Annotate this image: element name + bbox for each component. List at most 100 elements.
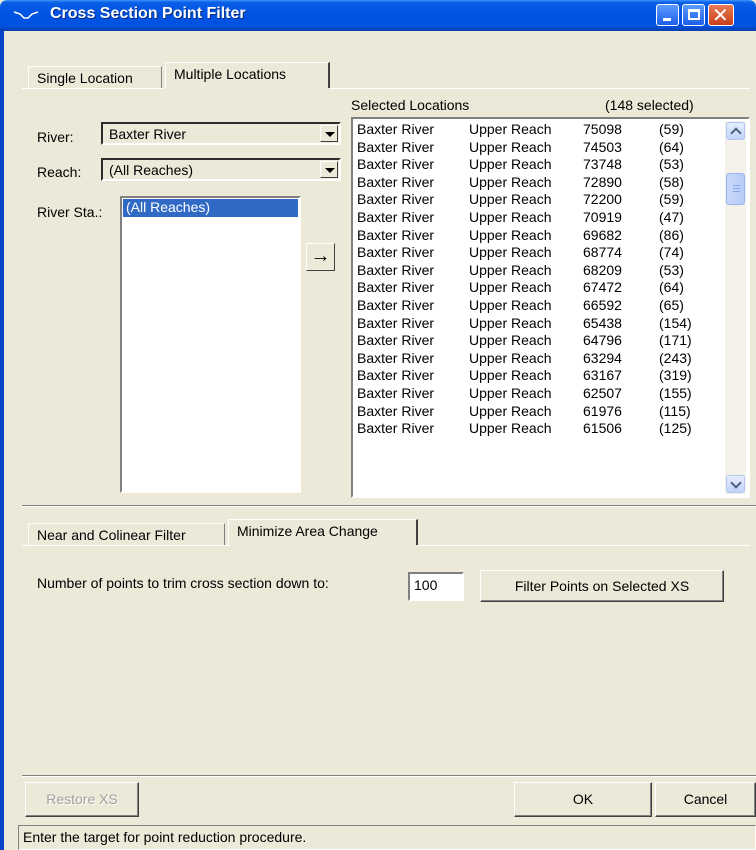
chevron-down-icon[interactable] [320, 125, 338, 142]
cell-reach: Upper Reach [469, 332, 552, 349]
cell-points: (64) [659, 138, 684, 155]
cell-reach: Upper Reach [469, 156, 552, 173]
cell-points: (65) [659, 297, 684, 313]
river-select[interactable]: Baxter River [101, 122, 341, 145]
cell-station: 72200 [583, 191, 622, 208]
grip-line [733, 188, 740, 189]
trim-points-input[interactable]: 100 [408, 572, 464, 601]
scroll-up-icon[interactable] [726, 122, 745, 140]
selected-locations-header: Selected Locations [351, 97, 470, 113]
tab-minimize-area-change[interactable]: Minimize Area Change [228, 519, 418, 545]
cell-reach: Upper Reach [469, 420, 552, 437]
cell-points: (115) [659, 402, 691, 419]
cell-station: 63167 [583, 367, 622, 384]
cell-river: Baxter River [357, 332, 435, 349]
cell-river: Baxter River [357, 349, 435, 366]
river-sta-list[interactable]: (All Reaches) [120, 196, 301, 493]
cell-station: 61976 [583, 402, 622, 419]
cell-reach: Upper Reach [469, 385, 552, 401]
cell-station: 61506 [583, 420, 622, 437]
cell-station: 62507 [583, 385, 622, 401]
reach-select[interactable]: (All Reaches) [101, 158, 341, 181]
cell-points: (47) [659, 209, 684, 225]
tab-near-colinear-filter[interactable]: Near and Colinear Filter [28, 523, 225, 545]
cell-station: 75098 [583, 121, 622, 137]
cell-river: Baxter River [357, 297, 435, 313]
selected-locations-list[interactable]: Baxter River Upper Reach 75098 (59) Baxter R… [351, 117, 750, 498]
tab-panel-top-edge [330, 88, 750, 89]
cell-reach: Upper Reach [469, 209, 552, 225]
cell-reach: Upper Reach [469, 297, 552, 313]
cell-river: Baxter River [357, 191, 435, 208]
close-button[interactable]: ✕ [708, 4, 734, 27]
grip-line [733, 191, 740, 192]
cell-reach: Upper Reach [469, 173, 552, 190]
cross-section-icon [13, 11, 39, 19]
reach-label: Reach: [37, 164, 82, 180]
cell-station: 64796 [583, 332, 622, 349]
river-label: River: [37, 129, 74, 145]
section-divider [22, 505, 756, 507]
cell-reach: Upper Reach [469, 138, 552, 155]
maximize-button[interactable] [682, 4, 705, 26]
cell-reach: Upper Reach [469, 367, 552, 384]
scroll-down-icon[interactable] [726, 475, 745, 493]
cell-reach: Upper Reach [469, 121, 552, 137]
tab-panel-top-edge [418, 545, 750, 546]
cell-points: (74) [659, 244, 684, 261]
close-icon: ✕ [712, 5, 729, 27]
cell-river: Baxter River [357, 244, 435, 261]
cell-station: 72890 [583, 173, 622, 190]
cell-station: 73748 [583, 156, 622, 173]
cell-river: Baxter River [357, 173, 435, 190]
cell-reach: Upper Reach [469, 402, 552, 419]
cell-points: (154) [659, 314, 692, 331]
chevron-down-icon[interactable] [320, 161, 338, 178]
cell-station: 67472 [583, 279, 622, 296]
cell-points: (59) [659, 191, 684, 208]
cell-river: Baxter River [357, 226, 435, 243]
selected-count: (148 selected) [605, 97, 694, 113]
cell-station: 70919 [583, 209, 622, 225]
cell-station: 66592 [583, 297, 622, 313]
cell-river: Baxter River [357, 156, 435, 173]
list-item[interactable]: (All Reaches) [122, 198, 299, 218]
cell-points: (58) [659, 173, 684, 190]
cell-points: (53) [659, 261, 684, 278]
river-select-value: Baxter River [109, 126, 187, 142]
cell-station: 63294 [583, 349, 622, 366]
tab-single-location[interactable]: Single Location [28, 66, 162, 88]
tab-panel-top-edge [22, 545, 230, 546]
cell-river: Baxter River [357, 402, 435, 419]
cell-points: (171) [659, 332, 692, 349]
cell-station: 74503 [583, 138, 622, 155]
cell-river: Baxter River [357, 261, 435, 278]
cell-river: Baxter River [357, 209, 435, 225]
minimize-button[interactable] [656, 4, 679, 26]
cell-station: 68774 [583, 244, 622, 261]
cell-reach: Upper Reach [469, 226, 552, 243]
ok-button[interactable]: OK [514, 782, 652, 817]
cell-river: Baxter River [357, 420, 435, 437]
cell-reach: Upper Reach [469, 191, 552, 208]
cell-points: (64) [659, 279, 684, 296]
restore-xs-button[interactable]: Restore XS [25, 782, 139, 817]
cell-river: Baxter River [357, 385, 435, 401]
cell-points: (319) [659, 367, 692, 384]
cell-river: Baxter River [357, 279, 435, 296]
vertical-scrollbar[interactable] [725, 121, 746, 494]
maximize-icon [688, 9, 700, 20]
cell-points: (59) [659, 121, 684, 137]
cell-station: 68209 [583, 261, 622, 278]
tab-multiple-locations[interactable]: Multiple Locations [165, 62, 330, 88]
reach-select-value: (All Reaches) [109, 162, 194, 178]
grip-line [733, 185, 740, 186]
cell-reach: Upper Reach [469, 279, 552, 296]
filter-points-button[interactable]: Filter Points on Selected XS [480, 570, 724, 602]
cell-reach: Upper Reach [469, 244, 552, 261]
scroll-thumb[interactable] [726, 173, 745, 205]
cancel-button[interactable]: Cancel [655, 782, 756, 817]
cell-station: 65438 [583, 314, 622, 331]
title-bar[interactable]: Cross Section Point Filter ✕ [0, 0, 756, 31]
add-location-button[interactable]: → [306, 243, 335, 271]
